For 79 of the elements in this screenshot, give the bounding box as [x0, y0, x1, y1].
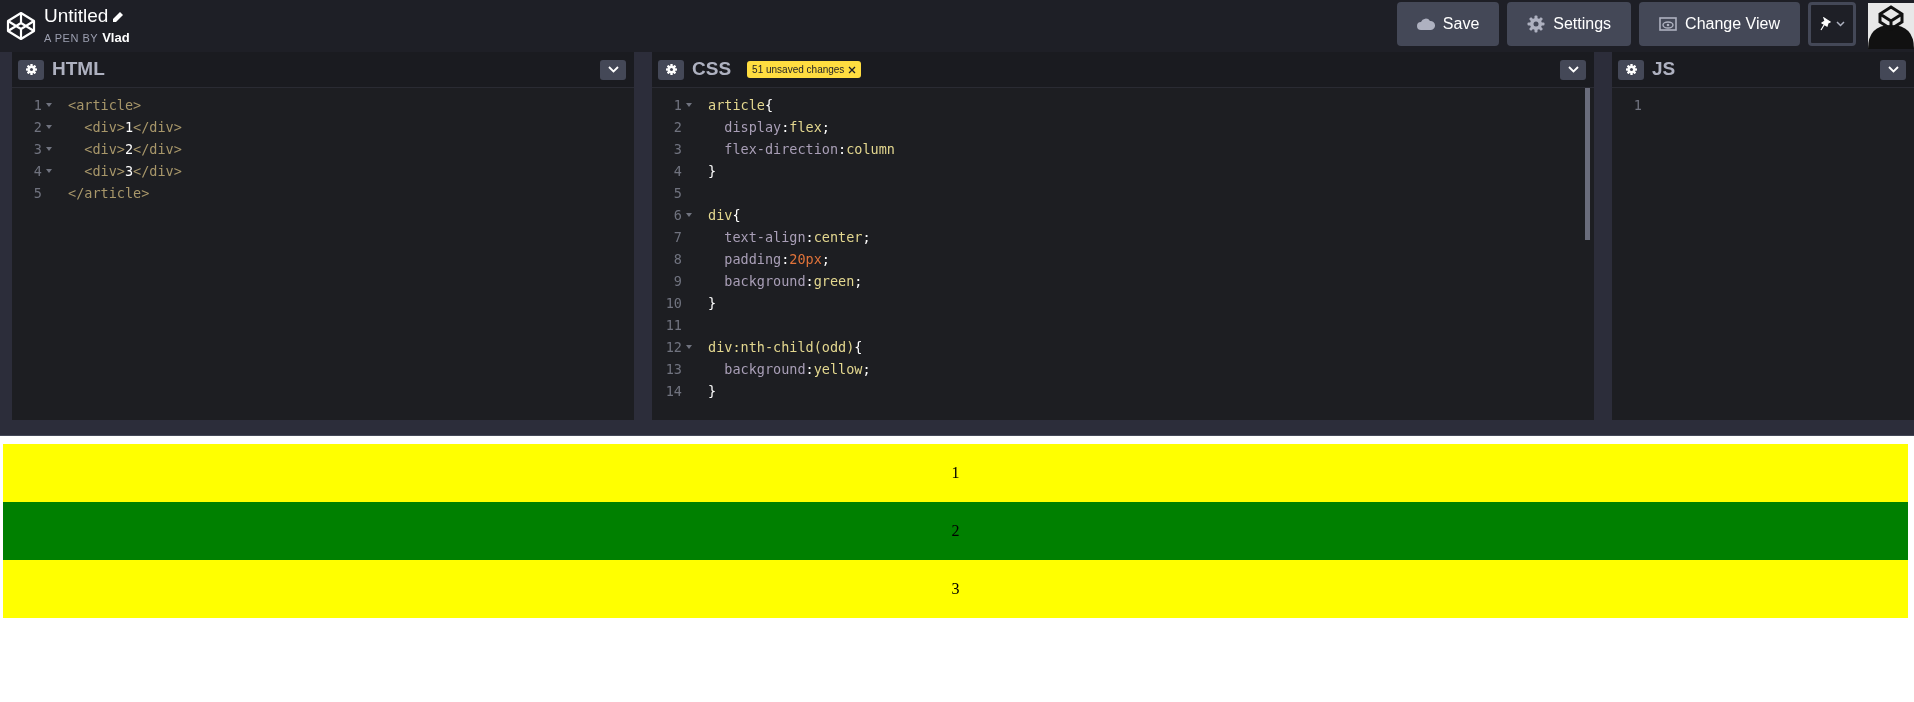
preview-row: 1	[3, 444, 1908, 502]
pin-button[interactable]	[1808, 2, 1856, 46]
cloud-icon	[1416, 18, 1435, 30]
line-number: 14	[664, 382, 682, 401]
close-icon	[848, 65, 857, 74]
fold-arrow-icon[interactable]	[46, 124, 52, 130]
editor-settings-button[interactable]	[1618, 59, 1644, 80]
fold-arrow-icon[interactable]	[46, 146, 52, 152]
gear-icon	[665, 64, 677, 75]
code-line: <div>1</div>	[83, 118, 182, 137]
code-line: display:flex;	[723, 118, 830, 137]
code-line: <article>	[68, 96, 142, 115]
code-line: }	[708, 294, 717, 313]
code-line: background:yellow;	[723, 360, 871, 379]
preview-row: 2	[3, 502, 1908, 560]
line-number: 11	[664, 316, 682, 335]
collapse-button[interactable]	[600, 59, 626, 80]
code-line: text-align:center;	[723, 228, 871, 247]
view-button[interactable]: Change View	[1639, 2, 1800, 46]
chevron-down-icon	[1835, 21, 1845, 27]
author-link[interactable]: Vlad	[102, 28, 130, 48]
code-line: background:green;	[723, 272, 863, 291]
line-number: 12	[664, 338, 682, 357]
line-number: 6	[672, 206, 682, 225]
preview-row: 3	[3, 560, 1908, 618]
code-line: <div>2</div>	[83, 140, 182, 159]
fold-arrow-icon[interactable]	[686, 212, 692, 218]
line-number: 3	[32, 140, 42, 159]
collapse-button[interactable]	[1880, 59, 1906, 80]
line-number: 9	[672, 272, 682, 291]
gear-icon	[1625, 64, 1637, 75]
code-line: }	[708, 382, 717, 401]
code-line: }	[708, 162, 717, 181]
editor-settings-button[interactable]	[658, 59, 684, 80]
collapse-button[interactable]	[1560, 59, 1586, 80]
line-number: 2	[32, 118, 42, 137]
code-line: article{	[708, 96, 774, 115]
gear-icon	[25, 64, 37, 75]
line-number: 5	[32, 184, 42, 203]
fold-arrow-icon[interactable]	[686, 344, 692, 350]
byline-label: A PEN BY	[44, 30, 99, 46]
pin-icon	[1819, 17, 1832, 31]
line-number: 8	[672, 250, 682, 269]
code-line: flex-direction:column	[723, 140, 895, 159]
editor-title: CSS	[692, 57, 732, 82]
fold-arrow-icon[interactable]	[46, 102, 52, 108]
line-number: 10	[664, 294, 682, 313]
line-number: 2	[672, 118, 682, 137]
editor-title: HTML	[52, 57, 105, 82]
code-line: div{	[708, 206, 741, 225]
line-number: 13	[664, 360, 682, 379]
editor-settings-button[interactable]	[18, 59, 44, 80]
line-number: 3	[672, 140, 682, 159]
line-number: 4	[32, 162, 42, 181]
line-number: 5	[672, 184, 682, 203]
code-line: <div>3</div>	[83, 162, 182, 181]
chevron-down-icon	[1567, 66, 1579, 73]
save-button[interactable]: Save	[1396, 2, 1500, 46]
line-number: 7	[672, 228, 682, 247]
avatar-silhouette[interactable]	[1868, 3, 1914, 49]
line-number: 4	[672, 162, 682, 181]
fold-arrow-icon[interactable]	[686, 102, 692, 108]
line-number: 1	[32, 96, 42, 115]
pencil-icon[interactable]	[112, 11, 125, 23]
code-line: padding:20px;	[723, 250, 830, 269]
line-number: 1	[672, 96, 682, 115]
chevron-down-icon	[607, 66, 619, 73]
settings-button[interactable]: Settings	[1507, 2, 1632, 46]
window-eye-icon	[1659, 17, 1678, 31]
editor-title: JS	[1652, 57, 1676, 82]
chevron-down-icon	[1887, 66, 1899, 73]
cube-logo-icon[interactable]	[6, 11, 36, 41]
unsaved-changes-badge[interactable]: 51 unsaved changes	[747, 61, 862, 78]
line-number: 1	[1632, 96, 1642, 115]
code-line: div:nth-child(odd){	[708, 338, 863, 357]
code-line: </article>	[68, 184, 150, 203]
gear-icon	[1527, 15, 1546, 33]
pen-title[interactable]: Untitled	[44, 5, 109, 28]
fold-arrow-icon[interactable]	[46, 168, 52, 174]
